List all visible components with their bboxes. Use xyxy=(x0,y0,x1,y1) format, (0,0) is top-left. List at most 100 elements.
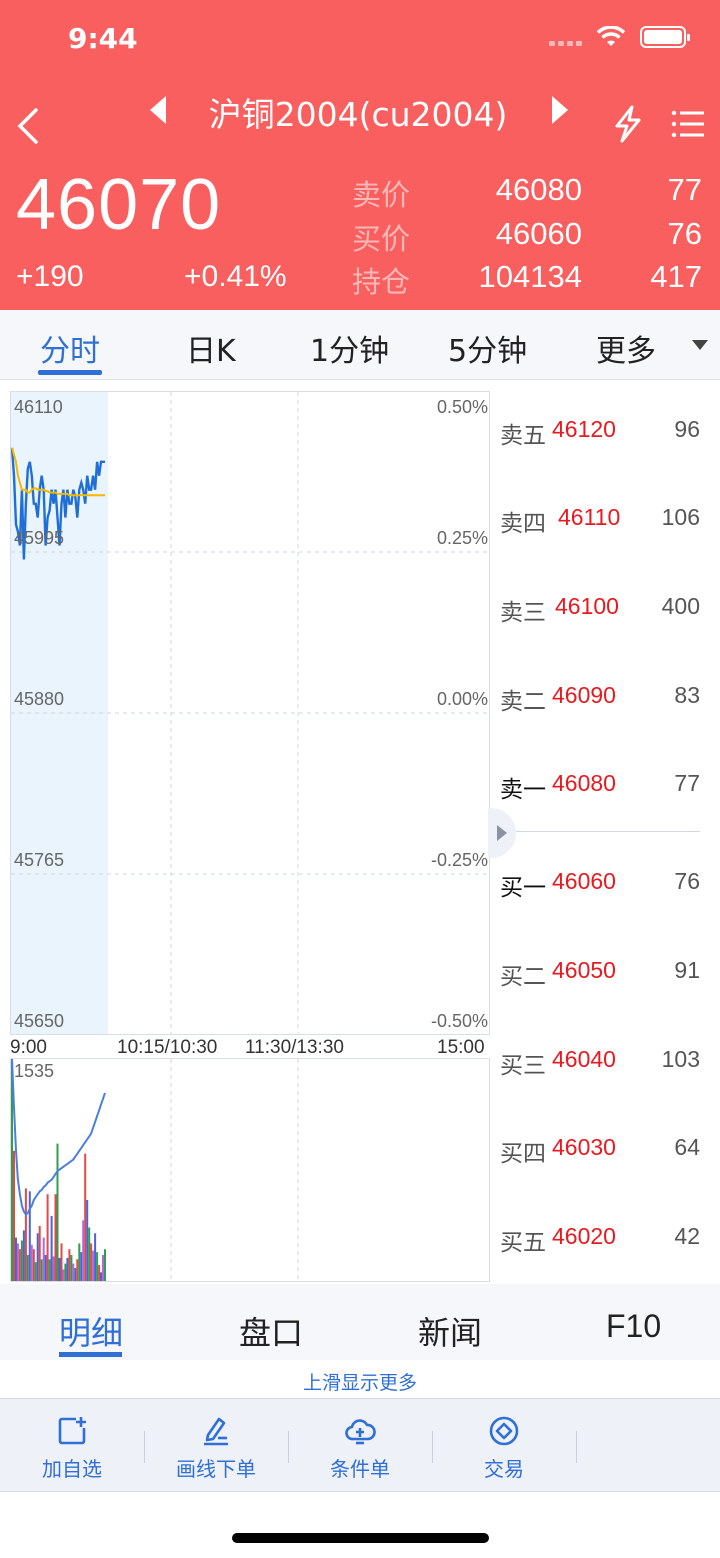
trade-button[interactable]: 交易 xyxy=(432,1399,576,1493)
order-book-row-ask2[interactable]: 卖二 46090 83 xyxy=(500,682,700,722)
volume-bar xyxy=(34,1262,37,1281)
volume-bar xyxy=(54,1194,57,1281)
volume-bar xyxy=(72,1263,75,1281)
order-level-qty: 64 xyxy=(674,1134,700,1160)
volume-bar xyxy=(100,1272,102,1281)
volume-bar xyxy=(78,1243,81,1281)
draw-order-button[interactable]: 画线下单 xyxy=(144,1399,288,1493)
tab-details[interactable]: 明细 xyxy=(59,1308,123,1354)
order-level-name: 买三 xyxy=(500,1053,546,1079)
order-book-row-bid4[interactable]: 买四 46030 64 xyxy=(500,1134,700,1174)
pct-axis-label: -0.50% xyxy=(430,1011,488,1031)
order-level-qty: 42 xyxy=(674,1223,700,1249)
order-level-qty: 83 xyxy=(674,682,700,708)
add-watchlist-icon xyxy=(58,1417,86,1445)
volume-bar xyxy=(92,1250,95,1281)
cloud-condition-icon xyxy=(345,1419,376,1445)
order-level-qty: 103 xyxy=(661,1046,700,1072)
volume-bar xyxy=(80,1252,83,1281)
volume-bar xyxy=(64,1263,67,1281)
tab-f10[interactable]: F10 xyxy=(606,1308,661,1345)
order-book-row-ask3[interactable]: 卖三 46100 400 xyxy=(500,593,700,633)
volume-bar xyxy=(15,1237,17,1281)
pct-axis-label: 0.50% xyxy=(436,397,488,417)
volume-bar xyxy=(58,1257,61,1281)
order-level-qty: 106 xyxy=(661,504,700,530)
time-axis-label: 11:30/13:30 xyxy=(245,1037,344,1058)
order-level-name: 买五 xyxy=(500,1230,546,1256)
volume-max-label: 1535 xyxy=(14,1061,55,1081)
price-axis-label: 46110 xyxy=(14,397,63,417)
volume-bar xyxy=(28,1191,31,1281)
volume-bar xyxy=(104,1249,106,1281)
swipe-up-hint[interactable]: 上滑显示更多 xyxy=(0,1368,720,1395)
volume-bar xyxy=(30,1244,33,1281)
caret-right-icon xyxy=(497,825,507,841)
volume-bar xyxy=(98,1265,101,1281)
order-book-row-bid1[interactable]: 买一 46060 76 xyxy=(500,868,700,908)
volume-bar xyxy=(88,1227,91,1281)
volume-bar xyxy=(70,1255,73,1281)
volume-bar xyxy=(26,1255,29,1281)
order-level-qty: 76 xyxy=(674,868,700,894)
condition-order-button[interactable]: 条件单 xyxy=(288,1399,432,1493)
volume-bar xyxy=(24,1188,27,1281)
pct-axis-label: 0.00% xyxy=(436,689,488,709)
volume-bar xyxy=(96,1252,99,1281)
pct-axis-label: 0.25% xyxy=(436,528,488,548)
volume-bar xyxy=(46,1194,49,1281)
time-axis-label: 9:00 xyxy=(10,1037,47,1058)
toolbar-label: 画线下单 xyxy=(176,1457,256,1481)
volume-bar xyxy=(20,1240,23,1281)
volume-bar xyxy=(56,1143,59,1281)
order-level-qty: 400 xyxy=(661,593,700,619)
price-axis-label: 45880 xyxy=(14,689,65,709)
volume-bar xyxy=(94,1233,97,1281)
order-book-divider xyxy=(500,831,700,832)
volume-bar xyxy=(90,1243,93,1281)
volume-bar xyxy=(74,1268,77,1281)
order-level-price: 46110 xyxy=(558,504,621,530)
volume-bar xyxy=(52,1256,55,1281)
order-level-price: 46050 xyxy=(552,957,616,983)
order-level-name: 卖二 xyxy=(500,689,546,715)
order-level-price: 46060 xyxy=(552,868,616,894)
order-level-price: 46030 xyxy=(552,1134,616,1160)
order-book-row-bid3[interactable]: 买三 46040 103 xyxy=(500,1046,700,1086)
order-level-name: 卖三 xyxy=(500,600,546,626)
order-book-row-ask1[interactable]: 卖一 46080 77 xyxy=(500,770,700,810)
volume-bar xyxy=(66,1257,69,1281)
volume-bar xyxy=(13,1150,15,1281)
volume-bar xyxy=(86,1200,89,1281)
intraday-chart xyxy=(10,392,489,1281)
volume-bar xyxy=(84,1153,87,1281)
volume-bar xyxy=(68,1249,71,1281)
volume-bar xyxy=(42,1237,45,1281)
volume-bar xyxy=(32,1249,35,1281)
tab-news[interactable]: 新闻 xyxy=(418,1308,482,1354)
tab-order-book[interactable]: 盘口 xyxy=(239,1308,303,1354)
volume-bar xyxy=(82,1220,85,1281)
price-axis-label: 45995 xyxy=(14,528,65,548)
tab-active-indicator xyxy=(59,1352,122,1357)
order-level-qty: 77 xyxy=(674,770,700,796)
add-watchlist-button[interactable]: 加自选 xyxy=(0,1399,144,1493)
order-book-row-bid2[interactable]: 买二 46050 91 xyxy=(500,957,700,997)
order-book-row-ask4[interactable]: 卖四 46110 106 xyxy=(500,504,700,544)
toolbar-label: 条件单 xyxy=(330,1457,390,1481)
order-level-name: 卖一 xyxy=(500,777,546,803)
order-level-name: 卖四 xyxy=(500,511,546,537)
order-level-price: 46100 xyxy=(555,593,619,619)
toolbar-divider xyxy=(576,1431,577,1463)
trade-icon xyxy=(489,1416,519,1446)
order-level-qty: 91 xyxy=(674,957,700,983)
price-axis-label: 45650 xyxy=(14,1011,65,1031)
volume-bar xyxy=(16,1243,19,1281)
order-book-row-ask5[interactable]: 卖五 46120 96 xyxy=(500,416,700,456)
order-level-name: 买一 xyxy=(500,875,546,901)
pct-axis-label: -0.25% xyxy=(430,850,488,870)
order-level-qty: 96 xyxy=(674,416,700,442)
order-level-price: 46120 xyxy=(552,416,616,442)
order-book-row-bid5[interactable]: 买五 46020 42 xyxy=(500,1223,700,1263)
order-level-price: 46020 xyxy=(552,1223,616,1249)
